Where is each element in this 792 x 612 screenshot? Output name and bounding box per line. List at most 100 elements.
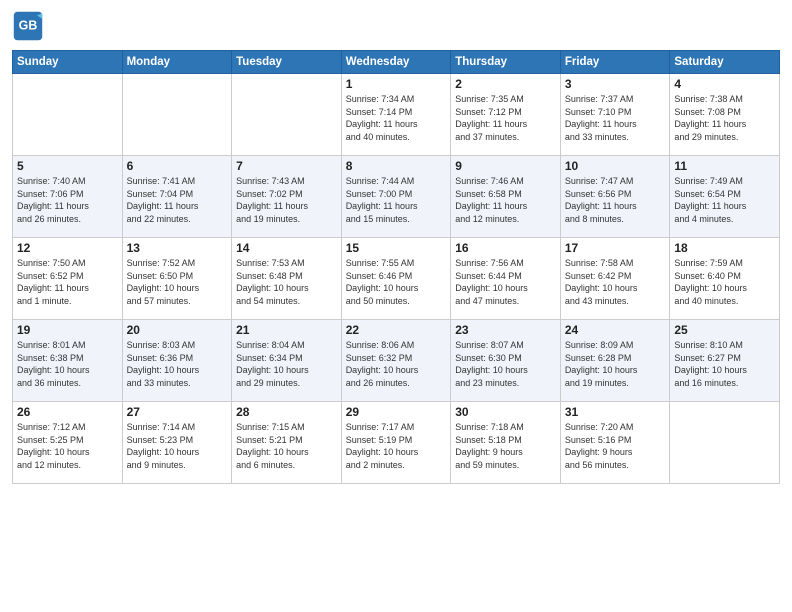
calendar-cell: 29Sunrise: 7:17 AM Sunset: 5:19 PM Dayli… [341,402,451,484]
day-info: Sunrise: 7:55 AM Sunset: 6:46 PM Dayligh… [346,257,447,307]
day-number: 4 [674,77,775,91]
day-info: Sunrise: 7:50 AM Sunset: 6:52 PM Dayligh… [17,257,118,307]
day-info: Sunrise: 7:12 AM Sunset: 5:25 PM Dayligh… [17,421,118,471]
day-info: Sunrise: 7:15 AM Sunset: 5:21 PM Dayligh… [236,421,337,471]
day-info: Sunrise: 7:41 AM Sunset: 7:04 PM Dayligh… [127,175,228,225]
day-number: 13 [127,241,228,255]
calendar-cell: 8 Sunrise: 7:44 AM Sunset: 7:00 PM Daylig… [341,156,451,238]
day-info: Sunrise: 7:49 AM Sunset: 6:54 PM Dayligh… [674,175,775,225]
day-number: 31 [565,405,666,419]
calendar-cell: 24 Sunrise: 8:09 AM Sunset: 6:28 PM Dayli… [560,320,670,402]
calendar-cell: 23 Sunrise: 8:07 AM Sunset: 6:30 PM Dayli… [451,320,561,402]
day-number: 22 [346,323,447,337]
calendar-cell: 20 Sunrise: 8:03 AM Sunset: 6:36 PM Dayli… [122,320,232,402]
calendar-cell: 13 Sunrise: 7:52 AM Sunset: 6:50 PM Dayli… [122,238,232,320]
calendar-week-row: 19 Sunrise: 8:01 AM Sunset: 6:38 PM Dayli… [13,320,780,402]
logo: GB [12,10,48,42]
day-number: 21 [236,323,337,337]
calendar-cell: 25 Sunrise: 8:10 AM Sunset: 6:27 PM Dayli… [670,320,780,402]
calendar-cell [13,74,123,156]
svg-text:GB: GB [19,19,38,33]
calendar-cell [232,74,342,156]
day-info: Sunrise: 7:53 AM Sunset: 6:48 PM Dayligh… [236,257,337,307]
day-info: Sunrise: 7:40 AM Sunset: 7:06 PM Dayligh… [17,175,118,225]
day-number: 19 [17,323,118,337]
day-number: 26 [17,405,118,419]
weekday-header-row: SundayMondayTuesdayWednesdayThursdayFrid… [13,51,780,74]
day-info: Sunrise: 8:04 AM Sunset: 6:34 PM Dayligh… [236,339,337,389]
calendar-cell: 14Sunrise: 7:53 AM Sunset: 6:48 PM Dayli… [232,238,342,320]
day-number: 10 [565,159,666,173]
header: GB [12,10,780,42]
calendar-cell: 9Sunrise: 7:46 AM Sunset: 6:58 PM Daylig… [451,156,561,238]
day-number: 28 [236,405,337,419]
day-info: Sunrise: 8:01 AM Sunset: 6:38 PM Dayligh… [17,339,118,389]
day-number: 30 [455,405,556,419]
day-number: 8 [346,159,447,173]
calendar-cell: 22 Sunrise: 8:06 AM Sunset: 6:32 PM Dayli… [341,320,451,402]
day-number: 29 [346,405,447,419]
calendar-cell [122,74,232,156]
day-number: 2 [455,77,556,91]
day-number: 1 [346,77,447,91]
calendar-cell: 27Sunrise: 7:14 AM Sunset: 5:23 PM Dayli… [122,402,232,484]
day-number: 11 [674,159,775,173]
day-info: Sunrise: 7:47 AM Sunset: 6:56 PM Dayligh… [565,175,666,225]
page-container: GB SundayMondayTuesdayWednesdayThursdayF… [0,0,792,492]
weekday-header-friday: Friday [560,51,670,74]
day-number: 6 [127,159,228,173]
calendar-cell [670,402,780,484]
day-info: Sunrise: 7:38 AM Sunset: 7:08 PM Dayligh… [674,93,775,143]
day-info: Sunrise: 7:35 AM Sunset: 7:12 PM Dayligh… [455,93,556,143]
day-info: Sunrise: 8:09 AM Sunset: 6:28 PM Dayligh… [565,339,666,389]
day-number: 16 [455,241,556,255]
calendar-week-row: 26 Sunrise: 7:12 AM Sunset: 5:25 PM Dayli… [13,402,780,484]
day-info: Sunrise: 7:58 AM Sunset: 6:42 PM Dayligh… [565,257,666,307]
weekday-header-saturday: Saturday [670,51,780,74]
calendar-cell: 19 Sunrise: 8:01 AM Sunset: 6:38 PM Dayli… [13,320,123,402]
day-number: 3 [565,77,666,91]
day-info: Sunrise: 7:56 AM Sunset: 6:44 PM Dayligh… [455,257,556,307]
day-info: Sunrise: 8:06 AM Sunset: 6:32 PM Dayligh… [346,339,447,389]
calendar-cell: 3 Sunrise: 7:37 AM Sunset: 7:10 PM Daylig… [560,74,670,156]
calendar-week-row: 1Sunrise: 7:34 AM Sunset: 7:14 PM Daylig… [13,74,780,156]
day-number: 18 [674,241,775,255]
logo-icon: GB [12,10,44,42]
day-info: Sunrise: 8:07 AM Sunset: 6:30 PM Dayligh… [455,339,556,389]
day-info: Sunrise: 7:59 AM Sunset: 6:40 PM Dayligh… [674,257,775,307]
weekday-header-monday: Monday [122,51,232,74]
day-info: Sunrise: 7:14 AM Sunset: 5:23 PM Dayligh… [127,421,228,471]
calendar-cell: 26 Sunrise: 7:12 AM Sunset: 5:25 PM Dayli… [13,402,123,484]
day-number: 20 [127,323,228,337]
day-info: Sunrise: 8:10 AM Sunset: 6:27 PM Dayligh… [674,339,775,389]
day-info: Sunrise: 7:37 AM Sunset: 7:10 PM Dayligh… [565,93,666,143]
calendar-table: SundayMondayTuesdayWednesdayThursdayFrid… [12,50,780,484]
day-info: Sunrise: 7:43 AM Sunset: 7:02 PM Dayligh… [236,175,337,225]
calendar-cell: 6 Sunrise: 7:41 AM Sunset: 7:04 PM Daylig… [122,156,232,238]
day-info: Sunrise: 7:52 AM Sunset: 6:50 PM Dayligh… [127,257,228,307]
weekday-header-wednesday: Wednesday [341,51,451,74]
calendar-cell: 1Sunrise: 7:34 AM Sunset: 7:14 PM Daylig… [341,74,451,156]
calendar-cell: 11 Sunrise: 7:49 AM Sunset: 6:54 PM Dayli… [670,156,780,238]
calendar-cell: 31 Sunrise: 7:20 AM Sunset: 5:16 PM Dayli… [560,402,670,484]
day-number: 25 [674,323,775,337]
day-number: 7 [236,159,337,173]
weekday-header-thursday: Thursday [451,51,561,74]
calendar-cell: 7 Sunrise: 7:43 AM Sunset: 7:02 PM Daylig… [232,156,342,238]
day-info: Sunrise: 8:03 AM Sunset: 6:36 PM Dayligh… [127,339,228,389]
day-info: Sunrise: 7:46 AM Sunset: 6:58 PM Dayligh… [455,175,556,225]
day-number: 5 [17,159,118,173]
calendar-cell: 12Sunrise: 7:50 AM Sunset: 6:52 PM Dayli… [13,238,123,320]
weekday-header-sunday: Sunday [13,51,123,74]
calendar-cell: 17Sunrise: 7:58 AM Sunset: 6:42 PM Dayli… [560,238,670,320]
day-info: Sunrise: 7:20 AM Sunset: 5:16 PM Dayligh… [565,421,666,471]
day-info: Sunrise: 7:44 AM Sunset: 7:00 PM Dayligh… [346,175,447,225]
calendar-cell: 4 Sunrise: 7:38 AM Sunset: 7:08 PM Daylig… [670,74,780,156]
day-number: 15 [346,241,447,255]
calendar-cell: 30Sunrise: 7:18 AM Sunset: 5:18 PM Dayli… [451,402,561,484]
calendar-cell: 5 Sunrise: 7:40 AM Sunset: 7:06 PM Daylig… [13,156,123,238]
day-number: 23 [455,323,556,337]
calendar-cell: 21 Sunrise: 8:04 AM Sunset: 6:34 PM Dayli… [232,320,342,402]
weekday-header-tuesday: Tuesday [232,51,342,74]
day-number: 24 [565,323,666,337]
